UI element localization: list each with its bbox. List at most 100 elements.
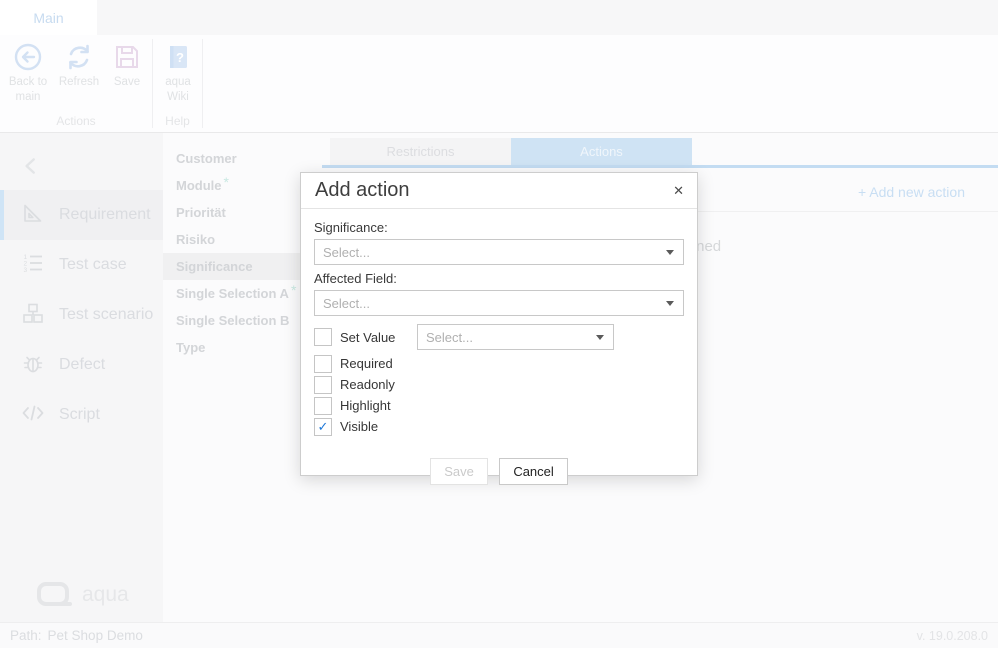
tab-restrictions[interactable]: Restrictions [330, 138, 511, 165]
affected-field-select-value: Select... [323, 296, 370, 311]
highlight-label[interactable]: Highlight [340, 398, 391, 413]
aqua-wiki-label: aqua Wiki [165, 76, 191, 103]
significance-select-value: Select... [323, 245, 370, 260]
sidebar-item-defect[interactable]: Defect [0, 340, 163, 390]
ribbon-tab-main[interactable]: Main [0, 0, 97, 35]
tab-actions[interactable]: Actions [511, 138, 692, 165]
field-item-single-selection-b[interactable]: Single Selection B [163, 307, 320, 334]
dialog-title: Add action [315, 173, 410, 208]
required-checkbox[interactable] [314, 355, 332, 373]
dropdown-caret-icon [666, 301, 674, 306]
highlight-row: Highlight [314, 395, 684, 416]
visible-label[interactable]: Visible [340, 419, 378, 434]
set-value-select[interactable]: Select... [417, 324, 614, 350]
field-label: Module [176, 178, 222, 193]
back-to-main-button[interactable]: Back to main [4, 42, 52, 105]
save-label: Save [114, 76, 140, 88]
refresh-icon [54, 42, 104, 72]
aqua-logo: aqua [36, 581, 129, 609]
requirement-icon [20, 200, 46, 231]
cancel-button[interactable]: Cancel [499, 458, 567, 485]
sidebar-item-test-scenario[interactable]: Test scenario [0, 290, 163, 340]
field-label: Priorität [176, 205, 226, 220]
ribbon-group-actions-label: Actions [0, 114, 152, 128]
svg-text:3: 3 [24, 267, 28, 274]
sidebar: Requirement 123 Test case Test scenario … [0, 133, 163, 622]
sidebar-item-label: Test scenario [59, 306, 153, 324]
field-item-customer[interactable]: Customer [163, 145, 320, 172]
significance-label: Significance: [314, 220, 684, 235]
set-value-label[interactable]: Set Value [340, 330, 395, 345]
field-item-prioritaet[interactable]: Priorität [163, 199, 320, 226]
blocks-icon [20, 300, 46, 331]
back-to-main-label: Back to main [9, 76, 47, 103]
significance-select[interactable]: Select... [314, 239, 684, 265]
field-item-significance[interactable]: Significance [163, 253, 320, 280]
back-arrow-icon [4, 42, 52, 72]
required-star: * [291, 282, 296, 298]
readonly-row: Readonly [314, 374, 684, 395]
save-button[interactable]: Save [430, 458, 488, 485]
sidebar-item-label: Test case [59, 256, 127, 274]
ribbon-group-help-label: Help [152, 114, 203, 128]
field-item-single-selection-a[interactable]: Single Selection A* [163, 280, 320, 307]
visible-row: Visible [314, 416, 684, 437]
visible-checkbox[interactable] [314, 418, 332, 436]
path-label: Path: [10, 628, 42, 643]
field-item-module[interactable]: Module* [163, 172, 320, 199]
tab-strip: RestrictionsActions [330, 138, 692, 165]
titlebar: Main [0, 0, 998, 35]
field-item-type[interactable]: Type [163, 334, 320, 361]
field-label: Single Selection B [176, 313, 289, 328]
wiki-book-icon: ? [154, 42, 202, 72]
dialog-header: Add action ✕ [301, 173, 697, 209]
sidebar-item-requirement[interactable]: Requirement [0, 190, 163, 240]
bug-icon [20, 350, 46, 381]
floppy-disk-icon [104, 42, 150, 72]
close-icon[interactable]: ✕ [673, 173, 684, 208]
set-value-checkbox[interactable] [314, 328, 332, 346]
field-label: Significance [176, 259, 253, 274]
path-value: Pet Shop Demo [48, 628, 143, 643]
field-label: Customer [176, 151, 237, 166]
required-row: Required [314, 353, 684, 374]
readonly-label[interactable]: Readonly [340, 377, 395, 392]
svg-text:?: ? [176, 50, 184, 65]
tab-underline [322, 165, 998, 168]
sidebar-item-test-case[interactable]: 123 Test case [0, 240, 163, 290]
highlight-checkbox[interactable] [314, 397, 332, 415]
add-action-dialog: Add action ✕ Significance: Select... Aff… [300, 172, 698, 476]
required-star: * [224, 174, 229, 190]
status-bar: Path: Pet Shop Demo v. 19.0.208.0 [0, 622, 998, 648]
field-list: Customer Module* Priorität Risiko Signif… [163, 133, 320, 622]
ribbon: Back to main Refresh Save ? aqua Wiki Ac… [0, 35, 998, 133]
refresh-label: Refresh [59, 76, 99, 88]
refresh-button[interactable]: Refresh [54, 42, 104, 90]
add-new-action-link[interactable]: + Add new action [858, 173, 965, 211]
aqua-wiki-button[interactable]: ? aqua Wiki [154, 42, 202, 105]
aqua-logo-text: aqua [82, 583, 129, 607]
app-window: { "window": { "main_tab": "Main" }, "rib… [0, 0, 998, 648]
field-label: Type [176, 340, 205, 355]
sidebar-collapse-button[interactable] [20, 155, 42, 177]
sidebar-item-label: Script [59, 406, 100, 424]
field-label: Single Selection A [176, 286, 289, 301]
sidebar-item-script[interactable]: Script [0, 390, 163, 440]
sidebar-nav: Requirement 123 Test case Test scenario … [0, 190, 163, 440]
set-value-row: Set Value Select... [314, 324, 684, 350]
dialog-buttons: Save Cancel [314, 458, 684, 485]
save-button-ribbon[interactable]: Save [104, 42, 150, 90]
code-icon [20, 400, 46, 431]
numbered-list-icon: 123 [20, 250, 46, 281]
dropdown-caret-icon [666, 250, 674, 255]
affected-field-label: Affected Field: [314, 271, 684, 286]
field-label: Risiko [176, 232, 215, 247]
dialog-body: Significance: Select... Affected Field: … [301, 209, 697, 485]
set-value-select-value: Select... [426, 330, 473, 345]
field-item-risiko[interactable]: Risiko [163, 226, 320, 253]
readonly-checkbox[interactable] [314, 376, 332, 394]
required-label[interactable]: Required [340, 356, 393, 371]
affected-field-select[interactable]: Select... [314, 290, 684, 316]
sidebar-item-label: Requirement [59, 206, 151, 224]
sidebar-item-label: Defect [59, 356, 105, 374]
